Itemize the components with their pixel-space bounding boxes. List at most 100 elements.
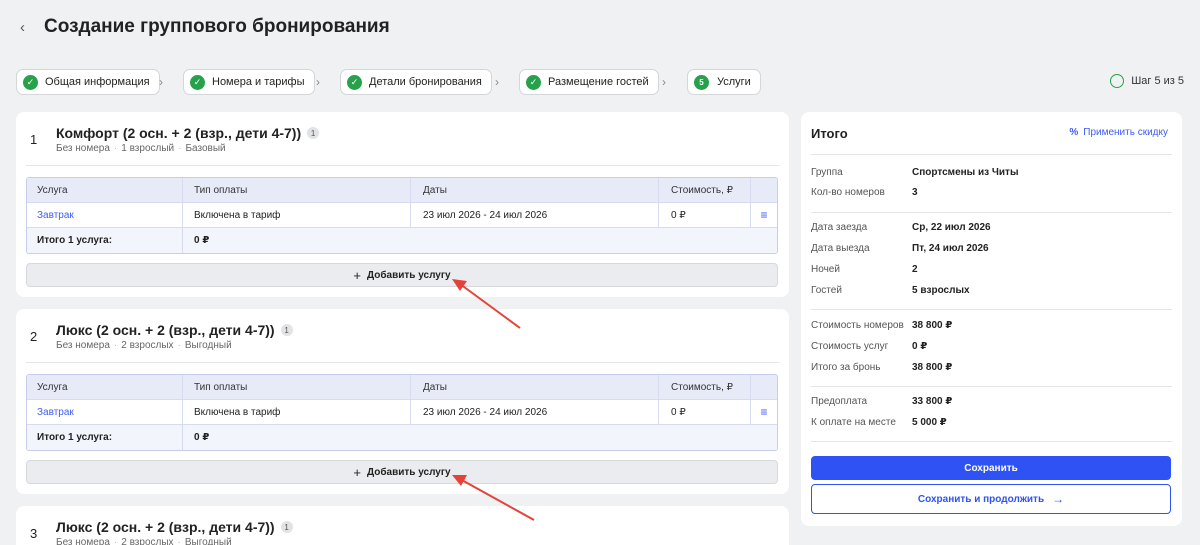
divider — [811, 441, 1172, 442]
col-header-payment: Тип оплаты — [183, 178, 411, 202]
page-title: Создание группового бронирования — [44, 16, 390, 37]
room-meta-guests: 2 взрослых — [121, 340, 174, 351]
summary-value: 2 — [912, 264, 918, 275]
service-link[interactable]: Завтрак — [37, 210, 74, 221]
summary-value: 38 800 ₽ — [912, 320, 953, 331]
step-counter: Шаг 5 из 5 — [1110, 74, 1184, 88]
summary-row-room-cost: Стоимость номеров 38 800 ₽ — [811, 320, 952, 331]
progress-ring-icon — [1110, 74, 1125, 88]
service-link[interactable]: Завтрак — [37, 407, 74, 418]
summary-row-onsite: К оплате на месте 5 000 ₽ — [811, 417, 947, 428]
divider — [811, 386, 1172, 387]
step-general-info[interactable]: ✓ Общая информация — [16, 69, 160, 95]
apply-discount-label: Применить скидку — [1083, 127, 1168, 138]
step-rooms-rates[interactable]: ✓ Номера и тарифы — [183, 69, 315, 95]
room-title-text: Комфорт (2 осн. + 2 (взр., дети 4-7)) — [56, 125, 302, 141]
room-card: 1 Комфорт (2 осн. + 2 (взр., дети 4-7)) … — [16, 112, 789, 297]
summary-label: Стоимость номеров — [811, 320, 904, 331]
plus-icon: + — [353, 267, 361, 283]
total-label: Итого 1 услуга: — [27, 425, 183, 450]
room-title: Люкс (2 осн. + 2 (взр., дети 4-7)) 1 — [56, 322, 293, 338]
room-number: 2 — [30, 329, 38, 344]
divider — [811, 154, 1172, 155]
summary-row-nights: Ночей 2 — [811, 264, 918, 275]
summary-label: Гостей — [811, 285, 842, 296]
step-label: Общая информация — [45, 76, 150, 88]
add-service-button[interactable]: + Добавить услугу — [26, 263, 778, 287]
table-total-row: Итого 1 услуга: 0 ₽ — [27, 425, 777, 450]
step-services[interactable]: 5 Услуги — [687, 69, 761, 95]
room-card: 3 Люкс (2 осн. + 2 (взр., дети 4-7)) 1 Б… — [16, 506, 789, 545]
save-continue-button[interactable]: Сохранить и продолжить → — [811, 484, 1171, 514]
apply-discount-link[interactable]: % Применить скидку — [1069, 127, 1168, 138]
summary-label: Дата заезда — [811, 222, 868, 233]
chevron-right-icon: › — [159, 75, 163, 89]
col-header-cost: Стоимость, ₽ — [659, 178, 751, 202]
check-icon: ✓ — [526, 74, 541, 90]
check-icon: ✓ — [347, 74, 362, 90]
room-count-badge: 1 — [280, 521, 293, 533]
dates-cell: 23 июл 2026 - 24 июл 2026 — [411, 400, 659, 424]
room-meta-number: Без номера — [56, 143, 110, 154]
arrow-right-icon: → — [1052, 492, 1065, 506]
step-guest-placement[interactable]: ✓ Размещение гостей — [519, 69, 659, 95]
summary-title: Итого — [811, 126, 848, 141]
col-header-dates: Даты — [411, 178, 659, 202]
room-count-badge: 1 — [280, 324, 293, 336]
room-title-text: Люкс (2 осн. + 2 (взр., дети 4-7)) — [56, 322, 275, 338]
room-title: Люкс (2 осн. + 2 (взр., дети 4-7)) 1 — [56, 519, 293, 535]
plus-icon: + — [353, 464, 361, 480]
dates-cell: 23 июл 2026 - 24 июл 2026 — [411, 203, 659, 227]
room-meta-rate: Базовый — [185, 143, 226, 154]
menu-icon[interactable]: ≡ — [751, 203, 777, 227]
col-header-service: Услуга — [27, 375, 183, 399]
room-meta: Без номера · 2 взрослых · Выгодный — [56, 340, 232, 351]
step-label: Услуги — [717, 76, 751, 88]
payment-type-cell: Включена в тариф — [183, 400, 411, 424]
table-total-row: Итого 1 услуга: 0 ₽ — [27, 228, 777, 253]
room-title-text: Люкс (2 осн. + 2 (взр., дети 4-7)) — [56, 519, 275, 535]
summary-value: Ср, 22 июл 2026 — [912, 222, 991, 233]
summary-row-guests: Гостей 5 взрослых — [811, 285, 970, 296]
divider — [811, 309, 1172, 310]
summary-row-checkin: Дата заезда Ср, 22 июл 2026 — [811, 222, 991, 233]
summary-row-checkout: Дата выезда Пт, 24 июл 2026 — [811, 243, 989, 254]
summary-row-prepayment: Предоплата 33 800 ₽ — [811, 396, 952, 407]
room-number: 1 — [30, 132, 38, 147]
summary-label: Группа — [811, 167, 843, 178]
page-header: ‹ Создание группового бронирования — [0, 0, 1200, 58]
col-header-payment: Тип оплаты — [183, 375, 411, 399]
check-icon: ✓ — [190, 74, 205, 90]
step-number: 5 — [694, 74, 709, 90]
summary-value: Спортсмены из Читы — [912, 167, 1019, 178]
check-icon: ✓ — [23, 74, 38, 90]
room-title: Комфорт (2 осн. + 2 (взр., дети 4-7)) 1 — [56, 125, 320, 141]
summary-label: Ночей — [811, 264, 840, 275]
payment-type-cell: Включена в тариф — [183, 203, 411, 227]
step-label: Детали бронирования — [369, 76, 482, 88]
room-meta-number: Без номера — [56, 537, 110, 545]
divider — [26, 362, 779, 363]
table-header-row: Услуга Тип оплаты Даты Стоимость, ₽ — [27, 178, 777, 203]
chevron-right-icon: › — [495, 75, 499, 89]
col-header-service: Услуга — [27, 178, 183, 202]
room-meta-guests: 1 взрослый — [121, 143, 175, 154]
col-header-cost: Стоимость, ₽ — [659, 375, 751, 399]
summary-label: К оплате на месте — [811, 417, 896, 428]
summary-value: 5 взрослых — [912, 285, 970, 296]
summary-panel: Итого % Применить скидку Группа Спортсме… — [801, 112, 1182, 526]
add-service-label: Добавить услугу — [367, 269, 451, 281]
chevron-right-icon: › — [316, 75, 320, 89]
total-value: 0 ₽ — [194, 235, 210, 246]
add-service-label: Добавить услугу — [367, 466, 451, 478]
divider — [811, 212, 1172, 213]
step-booking-details[interactable]: ✓ Детали бронирования — [340, 69, 492, 95]
save-button[interactable]: Сохранить — [811, 456, 1171, 480]
summary-row-service-cost: Стоимость услуг 0 ₽ — [811, 341, 927, 352]
back-icon[interactable]: ‹ — [20, 20, 32, 36]
menu-icon[interactable]: ≡ — [751, 400, 777, 424]
summary-label: Кол-во номеров — [811, 187, 885, 198]
total-label: Итого 1 услуга: — [27, 228, 183, 253]
summary-label: Предоплата — [811, 396, 868, 407]
add-service-button[interactable]: + Добавить услугу — [26, 460, 778, 484]
